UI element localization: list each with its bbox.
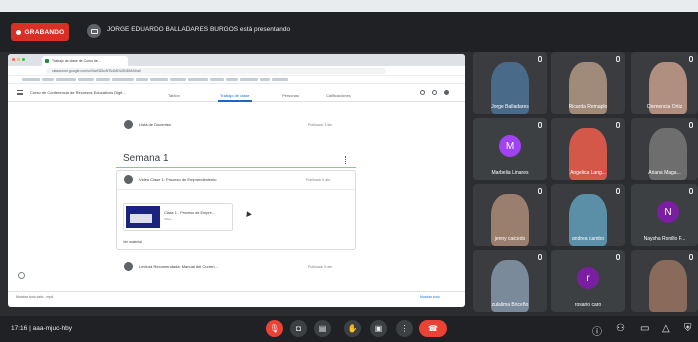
item-date: Publicado 5 abr: [308, 265, 333, 269]
material-icon: [124, 262, 133, 271]
attachment-type: Video: [164, 217, 172, 221]
browser-top-strip: [0, 0, 698, 12]
menu-icon[interactable]: [17, 90, 23, 95]
participant-avatar: M: [499, 135, 521, 157]
meeting-code: aaa-mjuc-hby: [32, 325, 72, 332]
bookmarks-bar: [8, 76, 465, 84]
participant-tile[interactable]: zulalima Briceño: [473, 250, 547, 312]
participant-name: rosario caro: [574, 302, 602, 308]
raise-hand-button[interactable]: ✋: [344, 320, 361, 337]
participant-name: zulalima Briceño: [491, 302, 529, 308]
more-options-button[interactable]: ⋮: [396, 320, 413, 337]
participant-tile[interactable]: Ricarda Remaplo: [551, 52, 625, 114]
people-icon[interactable]: ⚇: [616, 323, 625, 334]
recording-label: GRABANDO: [24, 28, 65, 36]
mic-off-button[interactable]: 🎙: [266, 320, 283, 337]
info-icon[interactable]: ⓘ: [592, 323, 602, 338]
participant-name: Marbelia Linares: [491, 170, 529, 176]
participant-tile[interactable]: N Naysha Ronillo F...: [631, 184, 698, 246]
recording-badge: GRABANDO: [11, 23, 69, 41]
tab-trabajo-de-clase[interactable]: Trabajo de clase: [220, 93, 249, 98]
participant-name: Naysha Ronillo F...: [643, 236, 686, 242]
url-field[interactable]: classroom.google.com/u/0/w/NDkxNTk4MDU5N…: [46, 68, 386, 74]
card-title: Video Clase 1: Proceso de Emprendimiento: [139, 177, 217, 182]
participant-avatar: N: [657, 201, 679, 223]
meeting-time: 17:16: [11, 325, 28, 332]
view-material-link[interactable]: Ver material: [123, 240, 142, 244]
participant-tile[interactable]: r rosario caro: [551, 250, 625, 312]
material-icon: [124, 120, 133, 129]
item-title: Lista de Docentes: [139, 122, 172, 127]
host-controls-icon[interactable]: ⛨: [684, 323, 692, 334]
more-options-icon[interactable]: [345, 156, 347, 164]
item-date: Publicado 3 abr: [308, 123, 333, 127]
meeting-info: 17:16 | aaa-mjuc-hby: [11, 325, 72, 332]
mic-status-icon: [616, 122, 620, 128]
card-title-row[interactable]: Video Clase 1: Proceso de Emprendimiento: [124, 175, 217, 184]
recording-dot-icon: [15, 29, 21, 35]
participant-tile[interactable]: Angelica Lang...: [551, 118, 625, 180]
participant-name: Ricarda Remaplo: [568, 104, 608, 110]
present-screen-icon: [87, 24, 101, 38]
tab-personas[interactable]: Personas: [282, 93, 299, 98]
captions-button[interactable]: ▤: [314, 320, 331, 337]
participant-name: Angelica Lang...: [570, 170, 606, 176]
download-bar: [8, 291, 465, 302]
presenter-text: JORGE EDUARDO BALLADARES BURGOS está pre…: [107, 26, 291, 33]
mic-status-icon: [538, 56, 542, 62]
attachment-title: Clase 1 - Proceso de Empre...: [164, 211, 215, 215]
mic-status-icon: [689, 56, 693, 62]
section-divider: [116, 167, 356, 168]
tab-calificaciones[interactable]: Calificaciones: [326, 93, 351, 98]
participant-tile[interactable]: andrea cambo: [551, 184, 625, 246]
participant-tile[interactable]: Jorge Balladares: [473, 52, 547, 114]
participant-name: Jorge Balladares: [491, 104, 529, 110]
video-icon: [124, 175, 133, 184]
participant-photo: [649, 260, 687, 312]
list-item-lista-docentes[interactable]: Lista de Docentes: [124, 120, 171, 129]
participant-tile[interactable]: M Marbelia Linares: [473, 118, 547, 180]
card-date: Publicado 5 abr: [306, 178, 331, 182]
active-tab-indicator: [218, 100, 252, 102]
list-item-lectura[interactable]: Lectura Recomendada: Manual del Curren..…: [124, 262, 218, 271]
download-item[interactable]: Mostrar todo todo - mp4: [16, 295, 53, 299]
participant-tile[interactable]: Ariana Maga...: [631, 118, 698, 180]
participant-name: Ariana Maga...: [648, 170, 681, 176]
participant-tile[interactable]: jenny caicedo: [473, 184, 547, 246]
participant-avatar: r: [577, 267, 599, 289]
class-name: Curso de Conferencia de Recursos Educati…: [30, 90, 126, 95]
item-title: Lectura Recomendada: Manual del Curren..…: [139, 264, 218, 269]
participant-name: Clemencia Ortiz: [646, 104, 683, 110]
tab-tablon[interactable]: Tablón: [168, 93, 180, 98]
avatar[interactable]: [444, 90, 449, 95]
participant-name: andrea cambo: [572, 236, 604, 242]
window-controls[interactable]: [12, 58, 25, 61]
browser-tab[interactable]: Trabajo de clase de Curso de...: [42, 56, 128, 66]
mic-status-icon: [538, 254, 542, 260]
section-title: Semana 1: [123, 153, 169, 164]
attachment[interactable]: Clase 1 - Proceso de Empre... Video: [123, 203, 233, 231]
mic-status-icon: [616, 254, 620, 260]
participant-tile[interactable]: [631, 250, 698, 312]
mic-status-icon: [538, 122, 542, 128]
show-all-link[interactable]: Mostrar todo: [420, 295, 440, 299]
participant-tile[interactable]: Clemencia Ortiz: [631, 52, 698, 114]
video-thumbnail: [126, 206, 160, 228]
mic-status-icon: [689, 254, 693, 260]
mic-status-icon: [616, 188, 620, 194]
participant-name: jenny caicedo: [494, 236, 526, 242]
meet-header: [0, 12, 698, 52]
end-call-button[interactable]: ☎: [419, 320, 447, 337]
camera-button[interactable]: ◘: [290, 320, 307, 337]
mic-status-icon: [616, 56, 620, 62]
mic-status-icon: [689, 122, 693, 128]
mic-status-icon: [689, 188, 693, 194]
mic-status-icon: [538, 188, 542, 194]
present-button[interactable]: ▣: [370, 320, 387, 337]
settings-icon[interactable]: [420, 90, 425, 95]
apps-icon[interactable]: [432, 90, 437, 95]
activities-icon[interactable]: △: [662, 323, 670, 334]
chat-icon[interactable]: ▭: [640, 323, 649, 334]
help-icon[interactable]: [18, 272, 25, 279]
